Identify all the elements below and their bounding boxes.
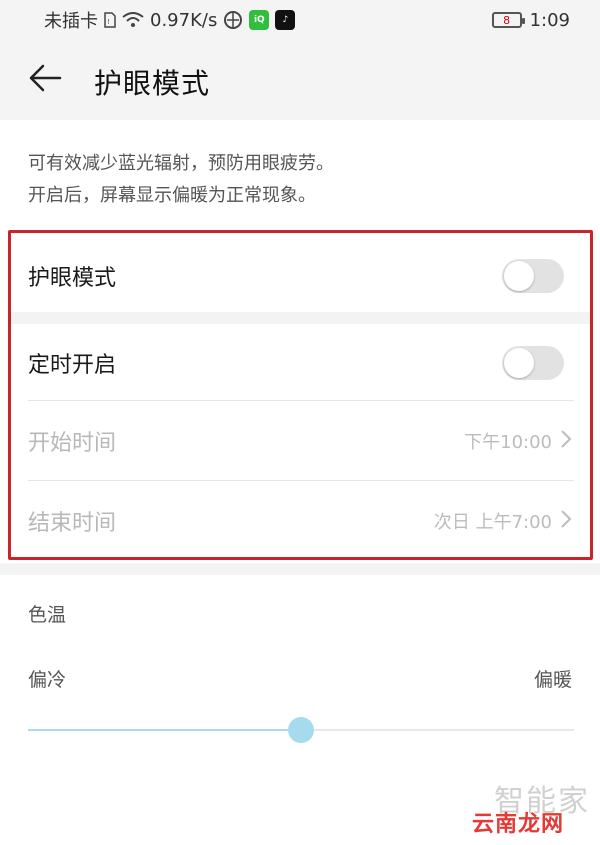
description-line-1: 可有效减少蓝光辐射，预防用眼疲劳。 (28, 153, 334, 174)
battery-level: 8 (503, 13, 511, 27)
back-button[interactable] (22, 60, 68, 100)
title-bar: 护眼模式 (0, 40, 600, 120)
arrow-left-icon (28, 63, 62, 97)
clock-text: 1:09 (529, 9, 570, 31)
color-temp-slider[interactable] (28, 717, 574, 743)
wifi-icon (122, 12, 144, 28)
cold-label: 偏冷 (28, 669, 67, 691)
sim-icon: ! (104, 12, 116, 28)
highlight-annotation-box (8, 230, 593, 560)
page-title: 护眼模式 (94, 67, 211, 100)
status-right: 8 1:09 (491, 9, 570, 31)
slider-fill (28, 729, 301, 731)
svg-text:!: ! (107, 18, 110, 26)
vpn-icon (223, 10, 243, 30)
settings-content: 可有效减少蓝光辐射，预防用眼疲劳。 开启后，屏幕显示偏暖为正常现象。 护眼模式 … (0, 120, 600, 845)
warm-label: 偏暖 (533, 669, 572, 691)
description-line-2: 开启后，屏幕显示偏暖为正常现象。 (28, 185, 316, 206)
battery-icon: 8 (491, 12, 525, 28)
watermark-logo-bottom: 云南龙网 (471, 812, 564, 837)
section-gap (0, 563, 600, 575)
description: 可有效减少蓝光辐射，预防用眼疲劳。 开启后，屏幕显示偏暖为正常现象。 (28, 148, 334, 212)
carrier-text: 未插卡 (44, 11, 98, 32)
slider-thumb[interactable] (288, 717, 314, 743)
color-temp-label: 色温 (28, 604, 67, 626)
status-left: 未插卡 ! 0.97K/s iQ ♪ (44, 7, 296, 33)
iqiyi-app-icon: iQ (249, 10, 270, 30)
tiktok-app-icon: ♪ (275, 10, 296, 30)
net-speed-text: 0.97K/s (150, 9, 218, 31)
status-bar: 未插卡 ! 0.97K/s iQ ♪ 8 1:09 (0, 0, 600, 40)
